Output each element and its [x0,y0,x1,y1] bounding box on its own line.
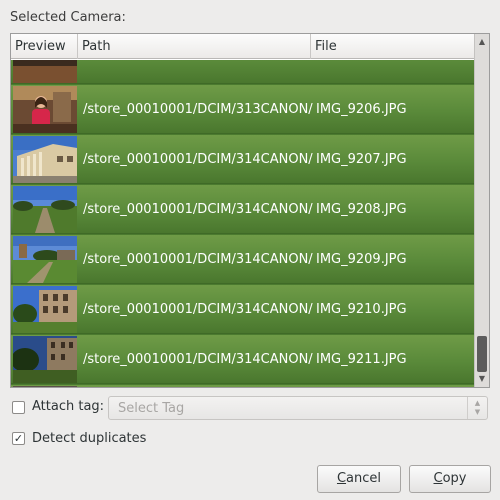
detect-duplicates-checkbox[interactable]: ✓ [12,432,25,445]
tag-select[interactable]: Select Tag ▲ ▼ [108,396,488,420]
table-row[interactable] [11,384,474,387]
table-row[interactable] [11,60,474,84]
cancel-label: ancel [346,471,382,486]
preview-thumbnail [13,386,77,387]
file-cell: IMG_9211.JPG [316,352,407,367]
table-row[interactable]: /store_00010001/DCIM/314CANON/IMG_9211.J… [11,334,474,384]
table-row[interactable]: /store_00010001/DCIM/314CANON/IMG_9208.J… [11,184,474,234]
preview-thumbnail [13,86,77,133]
copy-button[interactable]: Copy [409,465,491,493]
column-header-path[interactable]: Path [78,34,311,59]
import-dialog: Selected Camera: Preview Path File /stor… [0,0,500,500]
copy-label: opy [442,471,467,486]
file-cell: IMG_9209.JPG [316,252,407,267]
tag-select-placeholder: Select Tag [118,401,185,416]
list-header: Preview Path File [11,34,474,59]
column-header-preview[interactable]: Preview [11,34,78,59]
path-cell: /store_00010001/DCIM/314CANON/ [83,202,313,217]
preview-thumbnail [13,236,77,283]
scroll-up-icon[interactable]: ▲ [475,35,489,49]
preview-thumbnail [13,136,77,183]
table-row[interactable]: /store_00010001/DCIM/314CANON/IMG_9207.J… [11,134,474,184]
table-row[interactable]: /store_00010001/DCIM/314CANON/IMG_9210.J… [11,284,474,334]
file-cell: IMG_9207.JPG [316,152,407,167]
table-row[interactable]: /store_00010001/DCIM/313CANON/IMG_9206.J… [11,84,474,134]
preview-thumbnail [13,286,77,333]
attach-tag-row: Attach tag: Select Tag ▲ ▼ [12,396,490,420]
attach-tag-checkbox[interactable] [12,401,25,414]
spin-arrows-icon: ▲ ▼ [467,397,487,419]
scrollbar-thumb[interactable] [477,336,487,372]
cancel-mnemonic: C [336,471,347,486]
cancel-button[interactable]: Cancel [317,465,401,493]
table-row[interactable]: /store_00010001/DCIM/314CANON/IMG_9209.J… [11,234,474,284]
preview-thumbnail [13,60,77,83]
attach-tag-label[interactable]: Attach tag: [32,399,104,414]
detect-duplicates-label[interactable]: Detect duplicates [32,431,146,446]
photo-list[interactable]: Preview Path File /store_00010001/DCIM/3… [10,33,490,388]
path-cell: /store_00010001/DCIM/314CANON/ [83,252,313,267]
detect-duplicates-row: ✓ Detect duplicates [12,428,312,450]
column-header-file[interactable]: File [311,34,474,59]
path-cell: /store_00010001/DCIM/313CANON/ [83,102,313,117]
selected-camera-label: Selected Camera: [10,10,126,25]
path-cell: /store_00010001/DCIM/314CANON/ [83,152,313,167]
copy-mnemonic: C [433,471,443,486]
path-cell: /store_00010001/DCIM/314CANON/ [83,352,313,367]
list-rows: /store_00010001/DCIM/313CANON/IMG_9206.J… [11,60,474,387]
preview-thumbnail [13,186,77,233]
scroll-down-icon[interactable]: ▼ [475,372,489,386]
vertical-scrollbar[interactable]: ▲ ▼ [474,34,489,387]
path-cell: /store_00010001/DCIM/314CANON/ [83,302,313,317]
file-cell: IMG_9206.JPG [316,102,407,117]
file-cell: IMG_9208.JPG [316,202,407,217]
preview-thumbnail [13,336,77,383]
file-cell: IMG_9210.JPG [316,302,407,317]
